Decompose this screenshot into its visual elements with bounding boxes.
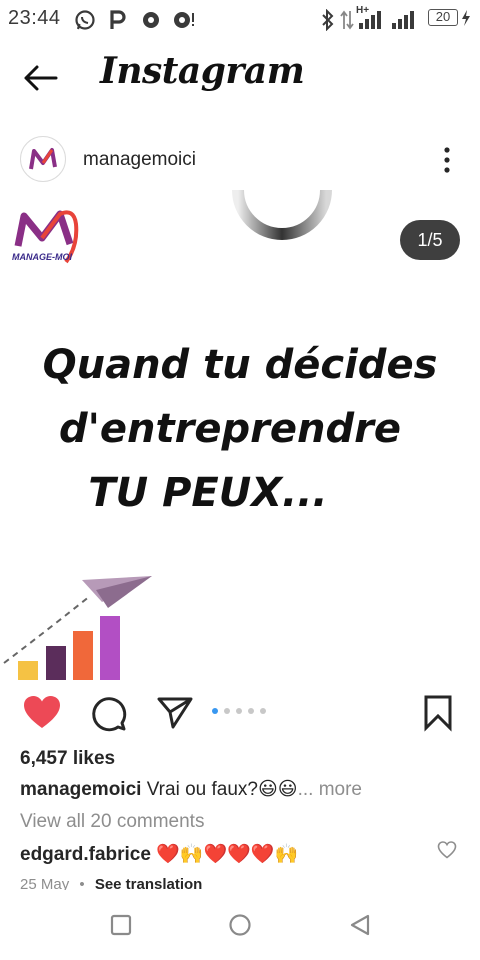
meta-separator: • xyxy=(79,876,85,890)
app-header: Instagram xyxy=(0,44,480,108)
signal-icon xyxy=(359,11,381,29)
triangle-back-icon[interactable] xyxy=(347,912,373,938)
whatsapp-icon xyxy=(75,10,95,30)
post-date: 25 May xyxy=(20,876,70,890)
carousel-dot xyxy=(248,708,254,714)
post-username[interactable]: managemoici xyxy=(83,149,196,171)
see-translation-link[interactable]: See translation xyxy=(95,876,203,890)
avatar[interactable] xyxy=(20,136,66,182)
post-header: managemoici xyxy=(0,132,480,188)
comment-row: edgard.fabrice ❤️🙌❤️❤️❤️🙌 xyxy=(20,842,298,866)
brand-logo: MANAGE-MOI xyxy=(12,210,79,264)
post-media[interactable]: MANAGE-MOI 1/5 Quand tu décides d'entrep… xyxy=(0,190,480,680)
headline-line-2: d'entreprendre xyxy=(59,406,401,452)
more-vertical-icon xyxy=(444,147,450,173)
heart-filled-icon[interactable] xyxy=(22,694,62,732)
post-meta: 25 May • See translation xyxy=(20,876,202,890)
system-navigation-bar xyxy=(0,892,480,960)
bluetooth-icon xyxy=(322,9,334,31)
loading-spinner-icon xyxy=(232,190,332,240)
brand-logo-icon xyxy=(29,148,57,170)
caption-username[interactable]: managemoici xyxy=(20,779,141,800)
comment-bubble-icon[interactable] xyxy=(89,694,127,732)
arrow-left-icon xyxy=(24,65,58,91)
headline-line-3: TU PEUX... xyxy=(88,470,328,516)
carousel-counter: 1/5 xyxy=(400,220,460,260)
bookmark-icon[interactable] xyxy=(422,694,454,732)
caption-more-link[interactable]: ... more xyxy=(298,779,362,800)
carousel-dot-active xyxy=(212,708,218,714)
back-button[interactable] xyxy=(18,62,62,94)
comment-username[interactable]: edgard.fabrice xyxy=(20,844,151,865)
status-time: 23:44 xyxy=(8,7,61,29)
more-options-button[interactable] xyxy=(432,144,462,176)
heart-outline-icon[interactable] xyxy=(437,840,457,860)
parking-app-icon xyxy=(110,10,126,29)
circle-icon[interactable] xyxy=(227,912,253,938)
app-title: Instagram xyxy=(100,50,305,92)
notification-app-icon xyxy=(143,12,159,28)
carousel-dot xyxy=(260,708,266,714)
post-caption: managemoici Vrai ou faux?😃😃... more xyxy=(20,778,362,801)
post-actions xyxy=(0,690,480,736)
likes-count[interactable]: 6,457 likes xyxy=(20,748,115,770)
battery-indicator: 20 xyxy=(428,9,458,26)
charging-icon xyxy=(462,10,470,26)
brand-logo-text: MANAGE-MOI xyxy=(12,252,72,262)
carousel-dot xyxy=(236,708,242,714)
paper-plane-icon[interactable] xyxy=(156,694,194,732)
comment-text: ❤️🙌❤️❤️❤️🙌 xyxy=(156,844,299,865)
square-icon[interactable] xyxy=(108,912,134,938)
data-transfer-icon xyxy=(340,10,354,30)
signal-icon-2 xyxy=(392,11,414,29)
status-bar: 23:44 H+ 20 xyxy=(0,0,480,36)
view-all-comments-link[interactable]: View all 20 comments xyxy=(20,811,204,833)
growth-chart-illustration xyxy=(3,576,152,680)
caption-text: Vrai ou faux?😃😃 xyxy=(146,779,298,800)
notification-app-icon-2 xyxy=(174,12,194,28)
headline-line-1: Quand tu décides xyxy=(42,342,438,388)
carousel-dot xyxy=(224,708,230,714)
